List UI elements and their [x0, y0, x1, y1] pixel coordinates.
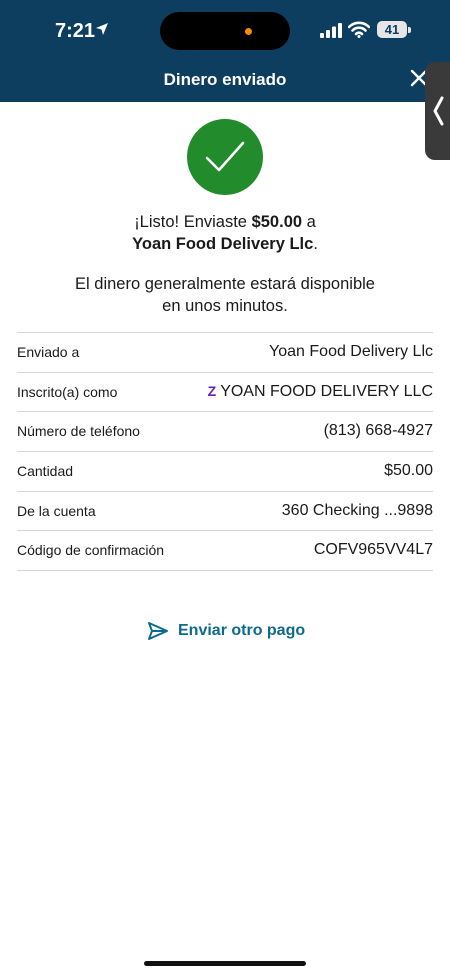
detail-value-enrolled: Z YOAN FOOD DELIVERY LLC — [208, 383, 433, 401]
message-suffix: . — [313, 235, 318, 253]
home-indicator[interactable] — [144, 961, 306, 966]
side-panel-handle[interactable] — [425, 62, 450, 160]
battery-tip — [408, 27, 411, 33]
detail-value: $50.00 — [384, 462, 433, 479]
detail-label: De la cuenta — [17, 503, 96, 519]
dynamic-island — [160, 12, 290, 50]
detail-row-confirmation-code: Código de confirmación COFV965VV4L7 — [17, 530, 433, 571]
checkmark-icon — [205, 141, 245, 172]
cellular-signal-icon — [320, 23, 342, 38]
detail-value: Yoan Food Delivery Llc — [269, 343, 433, 360]
message-prefix: ¡Listo! Enviaste — [134, 213, 252, 231]
detail-value: 360 Checking ...9898 — [281, 502, 433, 519]
availability-note-line1: El dinero generalmente estará disponible — [75, 275, 375, 293]
recording-dot-icon — [245, 28, 252, 35]
page-title: Dinero enviado — [163, 70, 287, 89]
detail-row-enrolled-as: Inscrito(a) como Z YOAN FOOD DELIVERY LLC — [17, 372, 433, 412]
status-time: 7:21 — [55, 20, 96, 42]
detail-label: Código de confirmación — [17, 542, 165, 558]
chevron-left-icon — [433, 96, 444, 126]
detail-value: COFV965VV4L7 — [313, 541, 433, 558]
detail-label: Inscrito(a) como — [17, 384, 118, 400]
success-message-line2: Yoan Food Delivery Llc. — [0, 235, 450, 254]
availability-note-line2: en unos minutos. — [162, 297, 288, 315]
wifi-icon — [348, 21, 370, 38]
app-header: 7:21 41 Dinero enviado — [0, 0, 450, 102]
zelle-icon: Z — [207, 383, 217, 399]
message-amount: $50.00 — [251, 213, 303, 231]
success-badge — [187, 119, 263, 195]
detail-value: YOAN FOOD DELIVERY LLC — [220, 383, 433, 400]
message-mid: a — [302, 213, 316, 231]
paper-plane-icon — [148, 622, 168, 640]
detail-label: Número de teléfono — [17, 423, 140, 439]
detail-label: Enviado a — [17, 344, 80, 360]
detail-label: Cantidad — [17, 463, 74, 479]
location-arrow-icon — [96, 23, 108, 35]
detail-row-sent-to: Enviado a Yoan Food Delivery Llc — [17, 332, 433, 372]
battery-icon: 41 — [377, 21, 407, 38]
message-recipient: Yoan Food Delivery Llc — [132, 235, 314, 253]
detail-row-phone: Número de teléfono (813) 668-4927 — [17, 411, 433, 451]
detail-row-amount: Cantidad $50.00 — [17, 451, 433, 491]
detail-row-from-account: De la cuenta 360 Checking ...9898 — [17, 491, 433, 531]
detail-value: (813) 668-4927 — [323, 422, 433, 439]
send-another-payment-label: Enviar otro pago — [178, 622, 306, 639]
success-message-line1: ¡Listo! Enviaste $50.00 a — [0, 213, 450, 232]
